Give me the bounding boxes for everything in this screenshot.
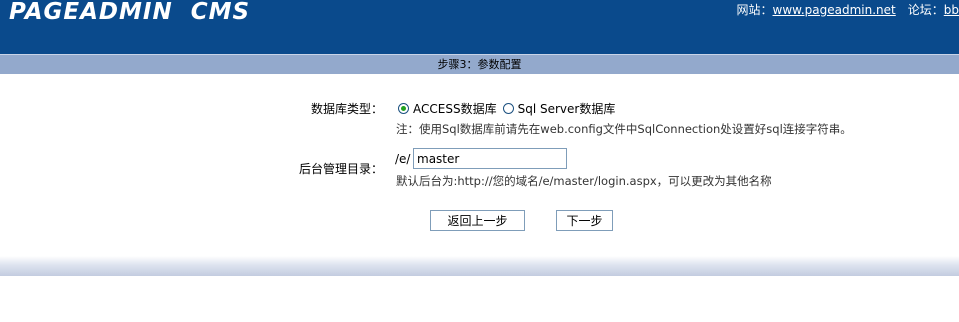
forum-link[interactable]: bb [944,3,959,17]
radio-sqlserver[interactable] [502,103,514,114]
next-button[interactable]: 下一步 [556,210,613,231]
site-link[interactable]: www.pageadmin.net [773,3,896,17]
forum-label: 论坛： [907,3,944,17]
radio-access[interactable] [398,103,409,114]
back-button[interactable]: 返回上一步 [430,210,525,231]
step-title: 步骤3：参数配置 [437,58,522,71]
logo: PAGEADMIN CMS [9,0,251,25]
step-title-bar: 步骤3：参数配置 [0,54,959,74]
admin-dir-input[interactable] [413,148,567,169]
db-type-options: ACCESS数据库 Sql Server数据库 [398,100,621,117]
header-bar: PAGEADMIN CMS 网站：www.pageadmin.net 论坛：bb [0,0,959,54]
db-type-label: 数据库类型： [310,102,383,116]
site-label: 网站： [736,3,773,17]
db-note: 注：使用Sql数据库前请先在web.config文件中SqlConnection… [396,122,852,136]
admin-dir-label: 后台管理目录： [298,162,383,176]
footer-band [0,256,959,276]
top-links: 网站：www.pageadmin.net 论坛：bb [737,1,959,18]
db-option-access-label: ACCESS数据库 [413,102,497,116]
admin-dir-prefix: /e/ [395,152,411,166]
db-option-sqlserver[interactable]: Sql Server数据库 [502,100,616,117]
db-option-access[interactable]: ACCESS数据库 [398,100,497,117]
db-option-sqlserver-label: Sql Server数据库 [517,102,616,116]
admin-dir-note: 默认后台为:http://您的域名/e/master/login.aspx，可以… [396,174,772,188]
